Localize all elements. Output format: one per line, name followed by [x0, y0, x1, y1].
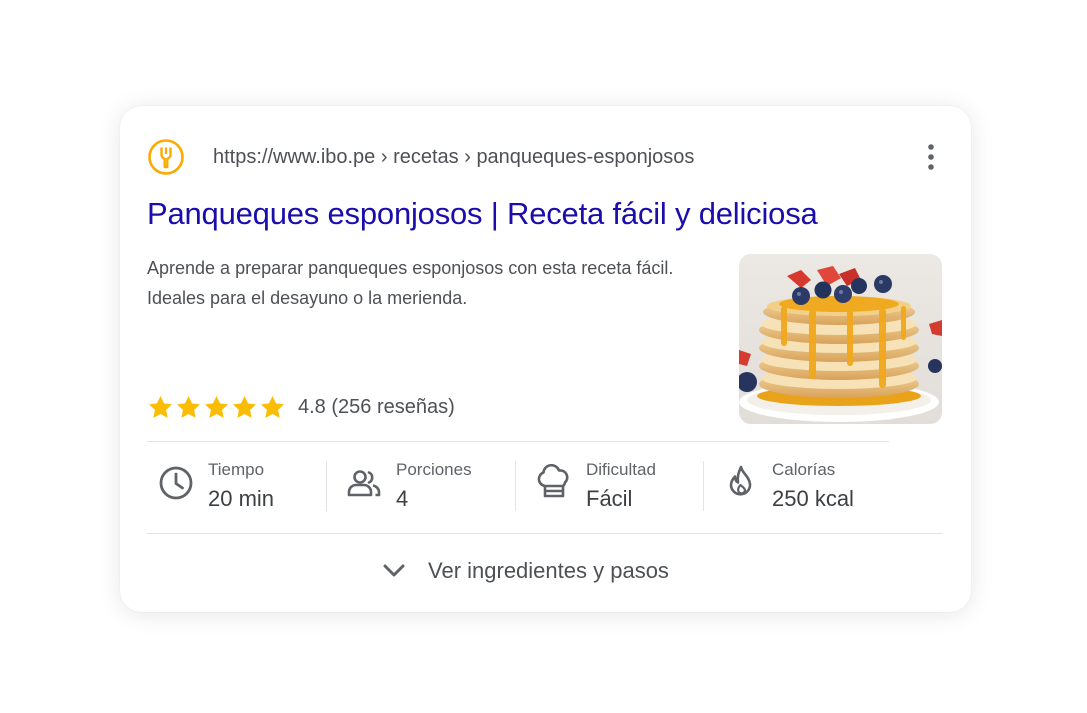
more-options-icon[interactable]	[920, 142, 942, 172]
rating-row: 4.8 (256 reseñas)	[147, 394, 455, 421]
star-icon	[177, 396, 200, 418]
search-result-card: https://www.ibo.pe › recetas › panqueque…	[120, 106, 971, 612]
result-snippet: Aprende a preparar panqueques esponjosos…	[147, 253, 717, 313]
meta-value: Fácil	[586, 486, 633, 511]
star-icon	[233, 396, 256, 418]
result-title-link[interactable]: Panqueques esponjosos | Receta fácil y d…	[147, 196, 818, 232]
meta-label: Dificultad	[586, 460, 656, 479]
star-icon	[261, 396, 284, 418]
divider	[147, 533, 942, 534]
people-icon	[347, 470, 381, 497]
meta-value: 250 kcal	[772, 486, 854, 511]
rating-text: 4.8 (256 reseñas)	[298, 396, 455, 418]
pancake-thumbnail[interactable]	[739, 254, 942, 424]
chevron-down-icon	[383, 564, 405, 577]
flame-icon	[729, 465, 752, 496]
separator	[703, 461, 704, 511]
separator	[326, 461, 327, 511]
clock-icon	[159, 466, 193, 500]
expand-label: Ver ingredientes y pasos	[428, 558, 669, 583]
meta-value: 20 min	[208, 486, 275, 511]
expand-ingredients-button[interactable]: Ver ingredientes y pasos	[380, 555, 669, 587]
snippet-line: Ideales para el desayuno o la merienda.	[147, 288, 468, 308]
meta-label: Calorías	[772, 460, 836, 479]
snippet-line: Aprende a preparar panqueques esponjosos…	[147, 258, 674, 278]
result-url[interactable]: https://www.ibo.pe › recetas › panqueque…	[213, 146, 694, 169]
fork-icon	[148, 139, 184, 175]
star-icon	[149, 396, 172, 418]
divider	[147, 441, 889, 442]
separator	[515, 461, 516, 511]
star-icon	[205, 396, 228, 418]
meta-label: Tiempo	[208, 460, 265, 479]
star-rating	[147, 394, 286, 421]
meta-value: 4	[396, 486, 409, 511]
meta-label: Porciones	[396, 460, 472, 479]
chef-hat-icon	[537, 464, 569, 498]
